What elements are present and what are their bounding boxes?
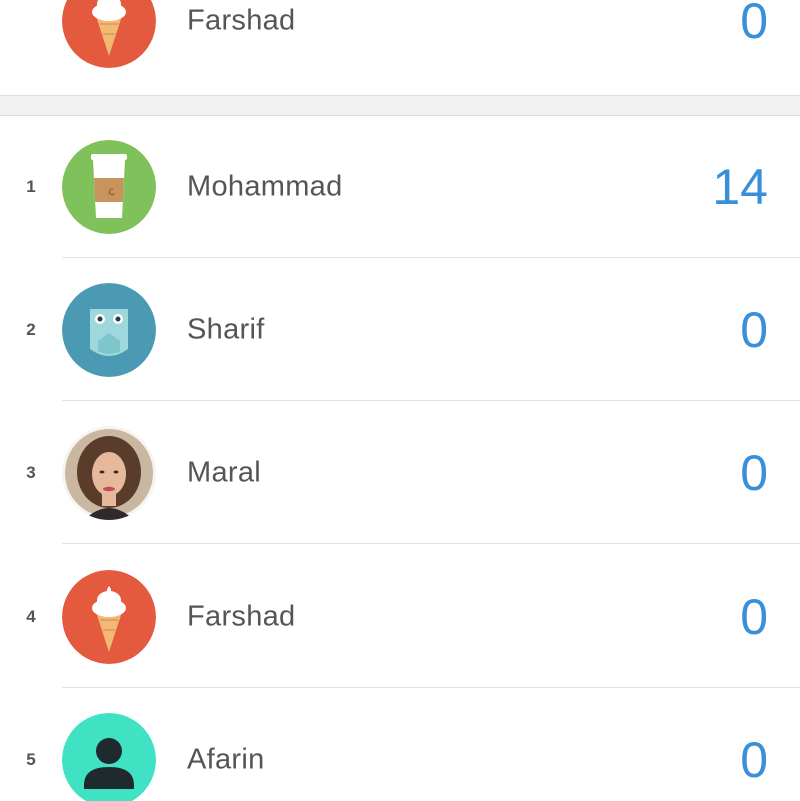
- row-divider: [62, 543, 800, 544]
- coffee-cup-icon: ℒ: [62, 139, 156, 234]
- leaderboard-row[interactable]: 3 Maral 0: [0, 401, 800, 544]
- person-silhouette-icon: [62, 712, 156, 801]
- leaderboard-row[interactable]: 2 Sharif 0: [0, 258, 800, 401]
- user-score: 14: [712, 158, 768, 215]
- ice-cream-icon: [62, 569, 156, 664]
- ice-cream-icon: [62, 0, 156, 68]
- avatar: [62, 712, 156, 801]
- rank-number: 3: [26, 462, 36, 482]
- avatar: [62, 0, 156, 68]
- user-name: Mohammad: [187, 170, 343, 202]
- owl-icon: [62, 282, 156, 377]
- section-divider: [0, 95, 800, 116]
- leaderboard-screen: Farshad 0 1 ℒ Mohammad 14 2 Sharif 0 3 M…: [0, 0, 800, 801]
- leaderboard-row[interactable]: 5 Afarin 0: [0, 688, 800, 801]
- user-score: 0: [740, 301, 768, 358]
- avatar: [62, 569, 156, 664]
- user-name: Maral: [187, 456, 262, 488]
- svg-text:ℒ: ℒ: [108, 188, 115, 198]
- rank-number: 5: [26, 749, 36, 769]
- rank-number: 4: [26, 606, 36, 626]
- avatar: [62, 425, 156, 520]
- user-name: Sharif: [187, 313, 265, 345]
- user-photo: [62, 425, 156, 520]
- user-name: Farshad: [187, 600, 296, 632]
- user-score: 0: [740, 0, 768, 49]
- rank-number: 1: [26, 176, 36, 196]
- rank-number: 2: [26, 319, 36, 339]
- user-name: Afarin: [187, 743, 265, 775]
- leaderboard-row[interactable]: 1 ℒ Mohammad 14: [0, 115, 800, 258]
- leaderboard-row[interactable]: 4 Farshad 0: [0, 545, 800, 688]
- user-score: 0: [740, 731, 768, 788]
- user-score: 0: [740, 444, 768, 501]
- avatar: ℒ: [62, 139, 156, 234]
- user-name: Farshad: [187, 4, 296, 36]
- current-user-row[interactable]: Farshad 0: [0, 0, 800, 92]
- avatar: [62, 282, 156, 377]
- user-score: 0: [740, 588, 768, 645]
